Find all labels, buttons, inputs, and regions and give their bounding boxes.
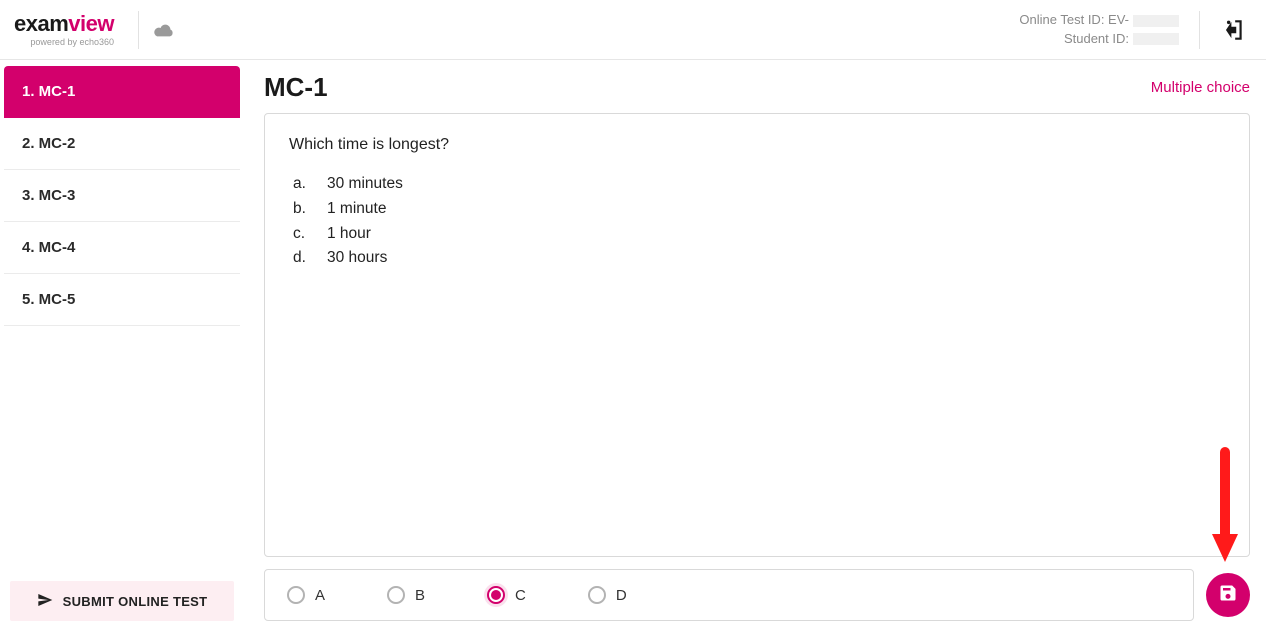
- answer-choice-d[interactable]: D: [588, 586, 627, 604]
- question-prompt: Which time is longest?: [289, 136, 1225, 154]
- sidebar-question-item[interactable]: 3. MC-3: [4, 170, 240, 222]
- exit-button[interactable]: [1214, 11, 1252, 49]
- option-text: 1 hour: [327, 222, 371, 247]
- option-text: 30 hours: [327, 246, 387, 271]
- option-text: 30 minutes: [327, 172, 403, 197]
- radio-icon: [487, 586, 505, 604]
- answer-choice-label: C: [515, 587, 526, 604]
- logo: examview powered by echo360: [14, 13, 114, 47]
- app-header: examview powered by echo360 Online Test …: [0, 0, 1266, 60]
- question-option: a. 30 minutes: [293, 172, 1225, 197]
- option-letter: d.: [293, 246, 311, 271]
- question-option: d. 30 hours: [293, 246, 1225, 271]
- logo-part2: view: [68, 13, 114, 35]
- question-option: b. 1 minute: [293, 197, 1225, 222]
- test-id-value: [1133, 15, 1179, 27]
- option-letter: b.: [293, 197, 311, 222]
- answer-choice-label: B: [415, 587, 425, 604]
- answer-choice-b[interactable]: B: [387, 586, 425, 604]
- test-id-label: Online Test ID: EV-: [1019, 12, 1129, 27]
- divider: [138, 11, 139, 49]
- send-icon: [37, 592, 53, 611]
- option-text: 1 minute: [327, 197, 386, 222]
- student-id-label: Student ID:: [1064, 31, 1129, 46]
- question-sidebar: 1. MC-12. MC-23. MC-34. MC-45. MC-5 SUBM…: [0, 60, 244, 633]
- answer-choice-a[interactable]: A: [287, 586, 325, 604]
- logo-subtitle: powered by echo360: [30, 37, 114, 47]
- radio-icon: [387, 586, 405, 604]
- submit-label: SUBMIT ONLINE TEST: [63, 594, 208, 609]
- answer-choice-label: D: [616, 587, 627, 604]
- sidebar-question-item[interactable]: 2. MC-2: [4, 118, 240, 170]
- radio-icon: [287, 586, 305, 604]
- answer-choice-bar: A B C D: [264, 569, 1194, 621]
- option-letter: a.: [293, 172, 311, 197]
- question-box: Which time is longest? a. 30 minutes b. 1 m…: [264, 113, 1250, 557]
- question-title: MC-1: [264, 72, 328, 103]
- submit-test-button[interactable]: SUBMIT ONLINE TEST: [10, 581, 234, 621]
- student-id-value: [1133, 33, 1179, 45]
- question-type-label: Multiple choice: [1151, 79, 1250, 96]
- main-content: MC-1 Multiple choice Which time is longe…: [244, 60, 1266, 633]
- answer-choice-c[interactable]: C: [487, 586, 526, 604]
- save-button[interactable]: [1206, 573, 1250, 617]
- radio-icon: [588, 586, 606, 604]
- cloud-icon: [153, 22, 175, 38]
- question-option: c. 1 hour: [293, 222, 1225, 247]
- sidebar-question-item[interactable]: 4. MC-4: [4, 222, 240, 274]
- sidebar-question-item[interactable]: 1. MC-1: [4, 66, 240, 118]
- header-ids: Online Test ID: EV- Student ID:: [1019, 11, 1179, 47]
- divider: [1199, 11, 1200, 49]
- save-icon: [1218, 583, 1238, 608]
- sidebar-question-item[interactable]: 5. MC-5: [4, 274, 240, 326]
- option-letter: c.: [293, 222, 311, 247]
- logo-part1: exam: [14, 13, 68, 35]
- answer-choice-label: A: [315, 587, 325, 604]
